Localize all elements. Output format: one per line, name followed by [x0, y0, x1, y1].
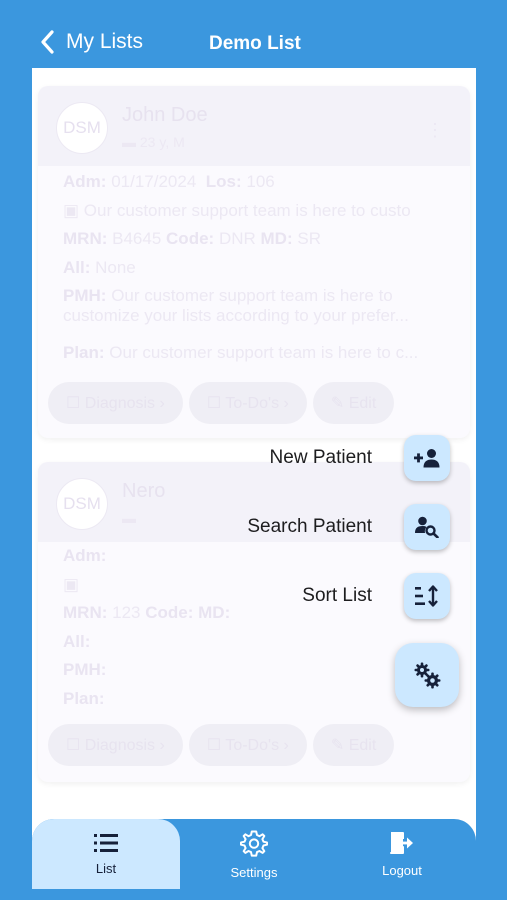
edit-chip[interactable]: ✎ Edit: [312, 724, 395, 766]
mrn-row: MRN: B4645 Code: DNR MD: SR: [63, 229, 321, 248]
gear-icon: [240, 830, 268, 857]
sort-icon: [415, 585, 438, 607]
logout-icon: [390, 831, 413, 854]
user-search-icon: [415, 516, 439, 538]
new-patient-label[interactable]: New Patient: [230, 447, 372, 469]
chevron-left-icon: [41, 30, 54, 54]
patient-fields: Adm: 01/17/2024 Los: 106 ▣ Our customer …: [63, 172, 463, 372]
plan-row: Plan: Our customer support team is here …: [63, 343, 419, 362]
todos-chip[interactable]: ☐ To-Do's ›: [188, 382, 307, 424]
patient-name: John Doe: [122, 104, 208, 126]
patient-name: Nero: [122, 480, 166, 502]
back-label: My Lists: [66, 30, 144, 53]
todos-chip[interactable]: ☐ To-Do's ›: [188, 724, 307, 766]
new-patient-button[interactable]: [404, 435, 450, 481]
card-actions: ☐ Diagnosis › ☐ To-Do's › ✎ Edit: [48, 724, 395, 766]
sort-list-button[interactable]: [404, 573, 450, 619]
adm-row: Adm:: [63, 546, 107, 565]
card-actions: ☐ Diagnosis › ☐ To-Do's › ✎ Edit: [48, 382, 395, 424]
pmh-row: PMH: Our customer support team is here t…: [63, 286, 409, 325]
app-header: My Lists Demo List: [0, 0, 507, 70]
tab-settings[interactable]: Settings: [180, 819, 328, 889]
tab-settings-label: Settings: [230, 864, 278, 880]
edit-chip[interactable]: ✎ Edit: [312, 382, 395, 424]
gears-icon: [414, 662, 441, 689]
adm-row: Adm: 01/17/2024 Los: 106: [63, 172, 275, 191]
allergy-row: All: None: [63, 257, 136, 277]
sort-list-label[interactable]: Sort List: [260, 585, 372, 607]
back-button[interactable]: My Lists: [38, 29, 143, 55]
tab-list-label: List: [95, 860, 117, 876]
tab-logout-label: Logout: [382, 862, 422, 878]
note-row: ▣ Our customer support team is here to c…: [63, 200, 411, 220]
search-patient-label[interactable]: Search Patient: [200, 516, 372, 538]
avatar: DSM: [56, 478, 108, 530]
note-icon: ▣: [63, 200, 80, 220]
page-title: Demo List: [209, 33, 301, 54]
patient-card[interactable]: DSM John Doe ▬ 23 y, M ⋮ Adm: 01/17/2024…: [38, 86, 470, 438]
tab-list[interactable]: List: [32, 819, 180, 889]
avatar: DSM: [56, 102, 108, 154]
add-user-icon: [414, 449, 440, 468]
patient-subtitle: ▬: [122, 510, 136, 526]
bottom-tab-bar: List Settings Logout: [32, 819, 476, 889]
search-patient-button[interactable]: [404, 504, 450, 550]
note-icon: ▣: [63, 574, 80, 594]
more-options-icon[interactable]: ⋮: [426, 120, 444, 141]
diagnosis-chip[interactable]: ☐ Diagnosis ›: [48, 724, 183, 766]
list-icon: [94, 833, 118, 852]
mrn-row: MRN: 123 Code: MD:: [63, 603, 231, 622]
diagnosis-chip[interactable]: ☐ Diagnosis ›: [48, 382, 183, 424]
tab-logout[interactable]: Logout: [328, 819, 476, 889]
patient-subtitle: ▬ 23 y, M: [122, 134, 185, 150]
actions-fab[interactable]: [395, 643, 459, 707]
